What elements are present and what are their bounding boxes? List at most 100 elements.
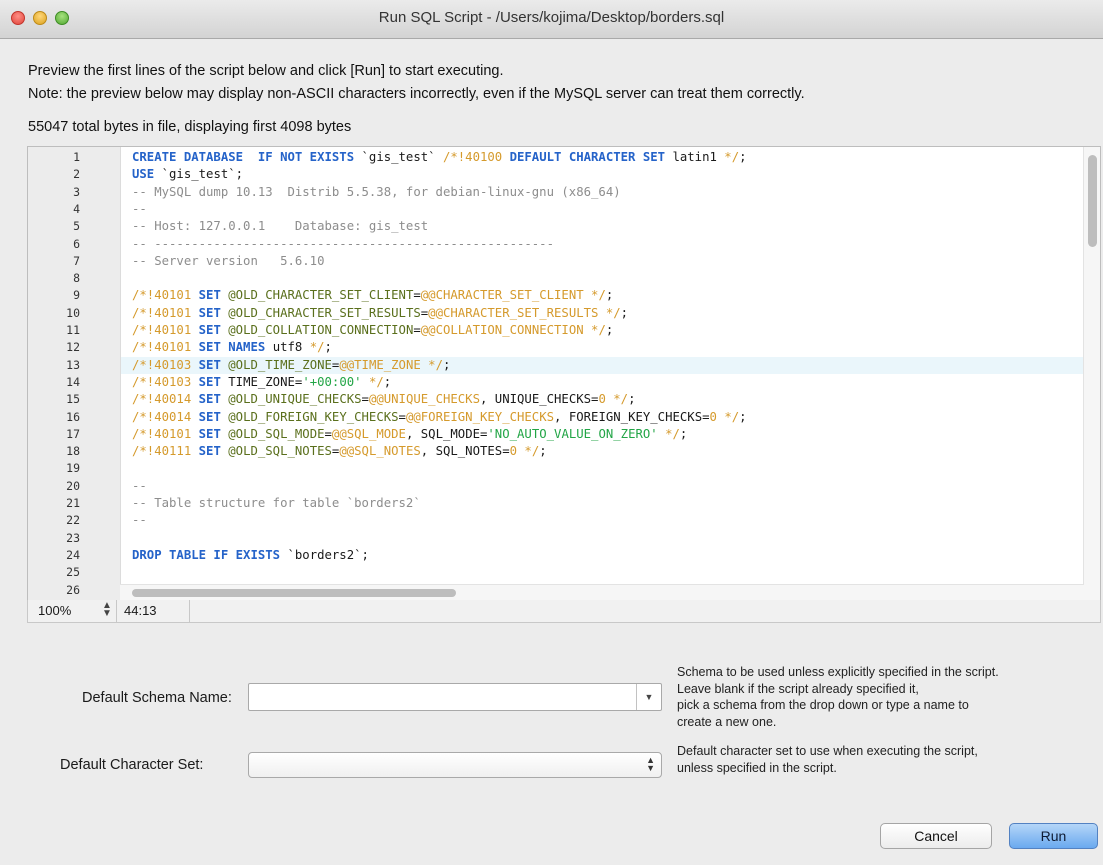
code-line: CREATE DATABASE IF NOT EXISTS `gis_test`…	[132, 149, 1082, 166]
code-token: SET NAMES	[198, 340, 273, 355]
code-line: --	[132, 512, 1082, 529]
line-number: 1	[73, 150, 80, 164]
code-token: /*!40103	[132, 374, 199, 389]
line-number: 6	[73, 236, 80, 251]
code-token: ;	[620, 305, 629, 320]
code-token: SET	[198, 288, 229, 303]
code-token: utf8	[272, 340, 310, 355]
code-token: CREATE DATABASE IF NOT EXISTS	[132, 150, 362, 164]
line-number: 22	[66, 513, 80, 528]
code-token: */	[524, 444, 540, 459]
status-divider	[189, 600, 190, 622]
help-line: unless specified in the script.	[677, 760, 837, 775]
default-schema-input[interactable]	[251, 686, 639, 710]
code-token: ;	[605, 288, 614, 303]
code-token: @@TIME_ZONE	[339, 357, 429, 372]
code-line: /*!40014 SET @OLD_FOREIGN_KEY_CHECKS=@@F…	[132, 409, 1082, 426]
code-token: `borders2`;	[287, 547, 369, 562]
code-token: DROP TABLE IF EXISTS	[132, 547, 288, 562]
zoom-level[interactable]: 100%	[38, 603, 71, 618]
code-line: -- Table structure for table `borders2`	[132, 495, 1082, 512]
horizontal-scrollbar[interactable]	[120, 584, 1084, 601]
code-line: /*!40101 SET @OLD_COLLATION_CONNECTION=@…	[132, 322, 1082, 339]
editor-status-bar: 100% ▲ ▼ 44:13	[27, 600, 1101, 623]
code-token: =	[398, 409, 406, 424]
code-token: */	[309, 340, 325, 355]
run-button[interactable]: Run	[1009, 823, 1098, 849]
line-number: 11	[66, 323, 80, 337]
line-number: 24	[66, 547, 80, 562]
code-line: -- MySQL dump 10.13 Distrib 5.5.38, for …	[132, 184, 1082, 201]
help-line: Schema to be used unless explicitly spec…	[677, 665, 999, 679]
code-token: , SQL_NOTES=	[420, 444, 510, 459]
code-token: @OLD_CHARACTER_SET_RESULTS	[228, 305, 421, 320]
code-token: */	[605, 305, 621, 320]
code-token: */	[724, 150, 740, 164]
code-token: ;	[739, 409, 747, 424]
vertical-scroll-thumb[interactable]	[1088, 155, 1097, 247]
code-token: -- Host: 127.0.0.1 Database: gis_test	[132, 219, 429, 234]
code-token: =	[324, 426, 332, 441]
code-token: /*!40101	[132, 323, 199, 337]
code-token: /*!40101	[132, 340, 199, 355]
code-token: ;	[383, 374, 392, 389]
code-token: DEFAULT CHARACTER SET	[509, 150, 673, 164]
code-token: ;	[324, 340, 332, 355]
vertical-scrollbar[interactable]	[1083, 147, 1100, 601]
code-token: 0	[709, 409, 725, 424]
code-token: /*!40014	[132, 392, 199, 407]
line-number: 14	[66, 374, 80, 389]
chevron-down-icon[interactable]: ▼	[636, 684, 661, 710]
line-number: 16	[66, 409, 80, 424]
code-token: /*!40101	[132, 305, 199, 320]
code-token: */	[665, 426, 680, 441]
sql-code-area[interactable]: CREATE DATABASE IF NOT EXISTS `gis_test`…	[121, 147, 1093, 601]
line-number: 5	[73, 219, 80, 234]
select-arrows-icon: ▲ ▼	[646, 755, 655, 773]
code-token: -- MySQL dump 10.13 Distrib 5.5.38, for …	[132, 184, 621, 199]
default-schema-combobox[interactable]: ▼	[248, 683, 662, 711]
code-token: ;	[442, 357, 451, 372]
code-token: /*!40103	[132, 357, 199, 372]
line-number: 17	[66, 426, 80, 441]
code-token: `gis_test`;	[161, 167, 244, 182]
code-token: USE	[132, 167, 162, 182]
code-token: , SQL_MODE=	[405, 426, 488, 441]
code-line: -- Server version 5.6.10	[132, 253, 1082, 270]
code-line: /*!40111 SET @OLD_SQL_NOTES=@@SQL_NOTES,…	[132, 443, 1082, 460]
code-token: @@SQL_MODE	[331, 426, 406, 441]
code-token: =	[413, 323, 421, 337]
default-charset-select[interactable]: ▲ ▼	[248, 752, 662, 778]
code-token: @@CHARACTER_SET_RESULTS	[428, 305, 606, 320]
code-line: --	[132, 478, 1082, 495]
code-token: ;	[628, 392, 636, 407]
sql-preview-editor[interactable]: 1 2 3 4 5 6 7 8 9 10 11 12 13 14 15 16 17 18 19 20 21 22 23 24 2…	[27, 146, 1101, 602]
code-token: @@SQL_NOTES	[339, 444, 421, 459]
run-sql-script-dialog: Run SQL Script - /Users/kojima/Desktop/b…	[0, 0, 1103, 865]
code-token: @OLD_TIME_ZONE	[228, 357, 332, 372]
code-token: --	[132, 478, 147, 493]
cancel-button[interactable]: Cancel	[880, 823, 992, 849]
line-number: 9	[73, 288, 80, 303]
code-line: /*!40101 SET @OLD_SQL_MODE=@@SQL_MODE, S…	[132, 426, 1082, 443]
code-token: /*!40014	[132, 409, 199, 424]
line-number: 25	[66, 565, 80, 580]
line-number: 21	[66, 496, 80, 510]
line-number: 10	[66, 305, 80, 320]
cursor-position: 44:13	[124, 603, 157, 618]
horizontal-scroll-thumb[interactable]	[132, 589, 456, 597]
line-number: 23	[66, 530, 80, 545]
code-token: /*!40101	[132, 288, 199, 303]
code-token: @OLD_UNIQUE_CHECKS	[228, 392, 362, 407]
code-token: -- Server version 5.6.10	[132, 253, 325, 268]
code-token: --	[132, 201, 147, 216]
zoom-stepper-icon[interactable]: ▲ ▼	[102, 601, 112, 619]
code-token: -- Table structure for table `borders2`	[132, 496, 421, 510]
line-number: 2	[73, 167, 80, 182]
code-line: /*!40101 SET @OLD_CHARACTER_SET_RESULTS=…	[132, 305, 1082, 322]
code-token: SET	[198, 409, 229, 424]
code-token: /*!40101	[132, 426, 199, 441]
code-token: */	[613, 392, 629, 407]
